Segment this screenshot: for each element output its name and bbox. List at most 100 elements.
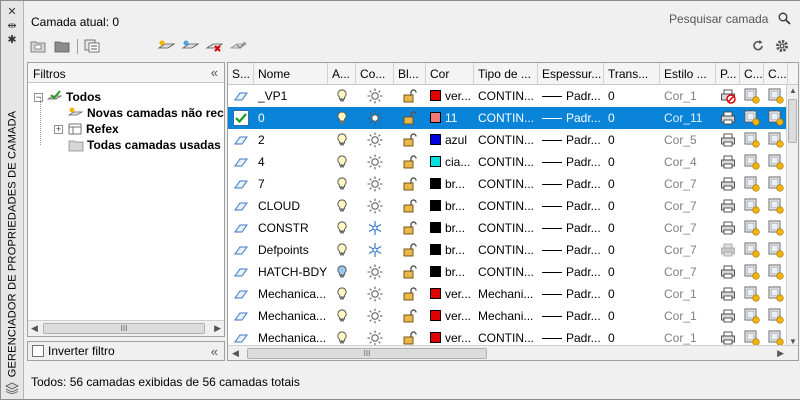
- collapse-filters-icon[interactable]: «: [211, 65, 218, 80]
- new-vp-freeze-icon[interactable]: [744, 110, 760, 126]
- lightbulb-on-icon[interactable]: [334, 242, 350, 258]
- layer-color[interactable]: ver...: [426, 305, 474, 327]
- refresh-icon[interactable]: [749, 37, 767, 55]
- padlock-unlocked-icon[interactable]: [402, 176, 418, 192]
- printer-icon[interactable]: [720, 198, 736, 214]
- new-group-filter-icon[interactable]: [53, 37, 71, 55]
- layer-color[interactable]: br...: [426, 195, 474, 217]
- lightbulb-on-icon[interactable]: [334, 286, 350, 302]
- set-current-icon[interactable]: [229, 37, 247, 55]
- layer-lineweight[interactable]: Padr...: [538, 283, 604, 305]
- padlock-unlocked-icon[interactable]: [402, 132, 418, 148]
- vp-freeze-icon[interactable]: [768, 110, 784, 126]
- sun-thawed-icon[interactable]: [367, 198, 383, 214]
- layer-linetype[interactable]: CONTIN...: [474, 217, 538, 239]
- delete-layer-icon[interactable]: [205, 37, 223, 55]
- layer-row[interactable]: 2 azul CONTIN... Padr... 0 Cor_5: [228, 129, 788, 151]
- padlock-unlocked-icon[interactable]: [402, 286, 418, 302]
- layer-row[interactable]: Mechanica... ver... Mechani... Padr... 0 Cor_…: [228, 283, 788, 305]
- sun-thawed-icon[interactable]: [367, 264, 383, 280]
- layer-status-icon[interactable]: [233, 330, 249, 346]
- lightbulb-on-icon[interactable]: [334, 198, 350, 214]
- layer-lineweight[interactable]: Padr...: [538, 305, 604, 327]
- layer-name[interactable]: HATCH-BDY: [254, 261, 328, 283]
- layer-linetype[interactable]: CONTIN...: [474, 151, 538, 173]
- layer-color[interactable]: 11: [426, 107, 474, 129]
- sun-thawed-icon[interactable]: [367, 286, 383, 302]
- filter-node-all[interactable]: − Todos: [34, 89, 101, 105]
- lightbulb-on-icon[interactable]: [334, 132, 350, 148]
- layer-status-icon[interactable]: [233, 88, 249, 104]
- snowflake-frozen-icon[interactable]: [367, 242, 383, 258]
- lightbulb-on-icon[interactable]: [334, 88, 350, 104]
- printer-icon[interactable]: [720, 132, 736, 148]
- layer-status-icon[interactable]: [233, 286, 249, 302]
- layer-row[interactable]: CLOUD br... CONTIN... Padr... 0 Cor_7: [228, 195, 788, 217]
- layer-color[interactable]: br...: [426, 217, 474, 239]
- layer-status-icon[interactable]: [233, 198, 249, 214]
- column-header-lock[interactable]: Bl...: [394, 63, 426, 85]
- vp-freeze-icon[interactable]: [768, 286, 784, 302]
- layer-name[interactable]: CLOUD: [254, 195, 328, 217]
- lightbulb-on-icon[interactable]: [334, 154, 350, 170]
- padlock-unlocked-icon[interactable]: [402, 330, 418, 346]
- layer-lineweight[interactable]: Padr...: [538, 173, 604, 195]
- invert-filter-checkbox[interactable]: [32, 345, 44, 357]
- layer-name[interactable]: Mechanica...: [254, 283, 328, 305]
- new-vp-freeze-icon[interactable]: [744, 308, 760, 324]
- padlock-unlocked-icon[interactable]: [402, 308, 418, 324]
- layer-linetype[interactable]: CONTIN...: [474, 261, 538, 283]
- filter-node-used-layers[interactable]: Todas camadas usadas: [68, 137, 221, 153]
- new-layer-icon[interactable]: [157, 37, 175, 55]
- layer-linetype[interactable]: CONTIN...: [474, 239, 538, 261]
- layer-row[interactable]: 0 11 CONTIN... Padr... 0 Cor_11: [228, 107, 788, 129]
- layer-transparency[interactable]: 0: [604, 261, 660, 283]
- layer-name[interactable]: 7: [254, 173, 328, 195]
- layer-color[interactable]: ver...: [426, 283, 474, 305]
- column-header-color[interactable]: Cor: [426, 63, 474, 85]
- layer-status-icon[interactable]: [233, 132, 249, 148]
- new-vp-freeze-icon[interactable]: [744, 264, 760, 280]
- layer-row[interactable]: CONSTR br... CONTIN... Padr... 0 Cor_7: [228, 217, 788, 239]
- close-icon[interactable]: ✕: [1, 4, 23, 18]
- layer-transparency[interactable]: 0: [604, 173, 660, 195]
- lightbulb-on-icon[interactable]: [334, 110, 350, 126]
- padlock-unlocked-icon[interactable]: [402, 110, 418, 126]
- vp-freeze-icon[interactable]: [768, 176, 784, 192]
- layer-transparency[interactable]: 0: [604, 239, 660, 261]
- vp-freeze-icon[interactable]: [768, 242, 784, 258]
- layer-row[interactable]: HATCH-BDY br... CONTIN... Padr... 0 Cor_7: [228, 261, 788, 283]
- layer-name[interactable]: CONSTR: [254, 217, 328, 239]
- padlock-unlocked-icon[interactable]: [402, 154, 418, 170]
- layer-color[interactable]: br...: [426, 239, 474, 261]
- printer-icon[interactable]: [720, 154, 736, 170]
- layer-name[interactable]: 2: [254, 129, 328, 151]
- padlock-unlocked-icon[interactable]: [402, 242, 418, 258]
- scroll-left-icon[interactable]: ◀: [232, 348, 239, 359]
- padlock-unlocked-icon[interactable]: [402, 264, 418, 280]
- printer-no-plot-icon[interactable]: [720, 88, 736, 104]
- layer-linetype[interactable]: CONTIN...: [474, 195, 538, 217]
- filters-horizontal-scrollbar[interactable]: ◀ III ▶: [28, 320, 224, 336]
- layer-status-icon[interactable]: [233, 154, 249, 170]
- layer-name[interactable]: 4: [254, 151, 328, 173]
- new-vp-freeze-icon[interactable]: [744, 242, 760, 258]
- scroll-up-icon[interactable]: ▲: [789, 86, 797, 95]
- sun-thawed-icon[interactable]: [367, 176, 383, 192]
- layer-row[interactable]: 4 cia... CONTIN... Padr... 0 Cor_4: [228, 151, 788, 173]
- layer-linetype[interactable]: CONTIN...: [474, 107, 538, 129]
- layer-row[interactable]: Mechanica... ver... Mechani... Padr... 0 Cor_…: [228, 305, 788, 327]
- new-vp-freeze-icon[interactable]: [744, 198, 760, 214]
- layer-linetype[interactable]: CONTIN...: [474, 173, 538, 195]
- layer-transparency[interactable]: 0: [604, 85, 660, 107]
- printer-disabled-icon[interactable]: [720, 242, 736, 258]
- layer-transparency[interactable]: 0: [604, 283, 660, 305]
- layer-transparency[interactable]: 0: [604, 129, 660, 151]
- filter-node-xref[interactable]: + Refex: [54, 121, 119, 137]
- collapse-node-icon[interactable]: −: [34, 92, 43, 102]
- expand-node-icon[interactable]: +: [54, 124, 63, 134]
- layer-row[interactable]: 7 br... CONTIN... Padr... 0 Cor_7: [228, 173, 788, 195]
- column-header-description[interactable]: C...: [764, 63, 788, 85]
- scroll-thumb[interactable]: [788, 99, 797, 143]
- layer-lineweight[interactable]: Padr...: [538, 239, 604, 261]
